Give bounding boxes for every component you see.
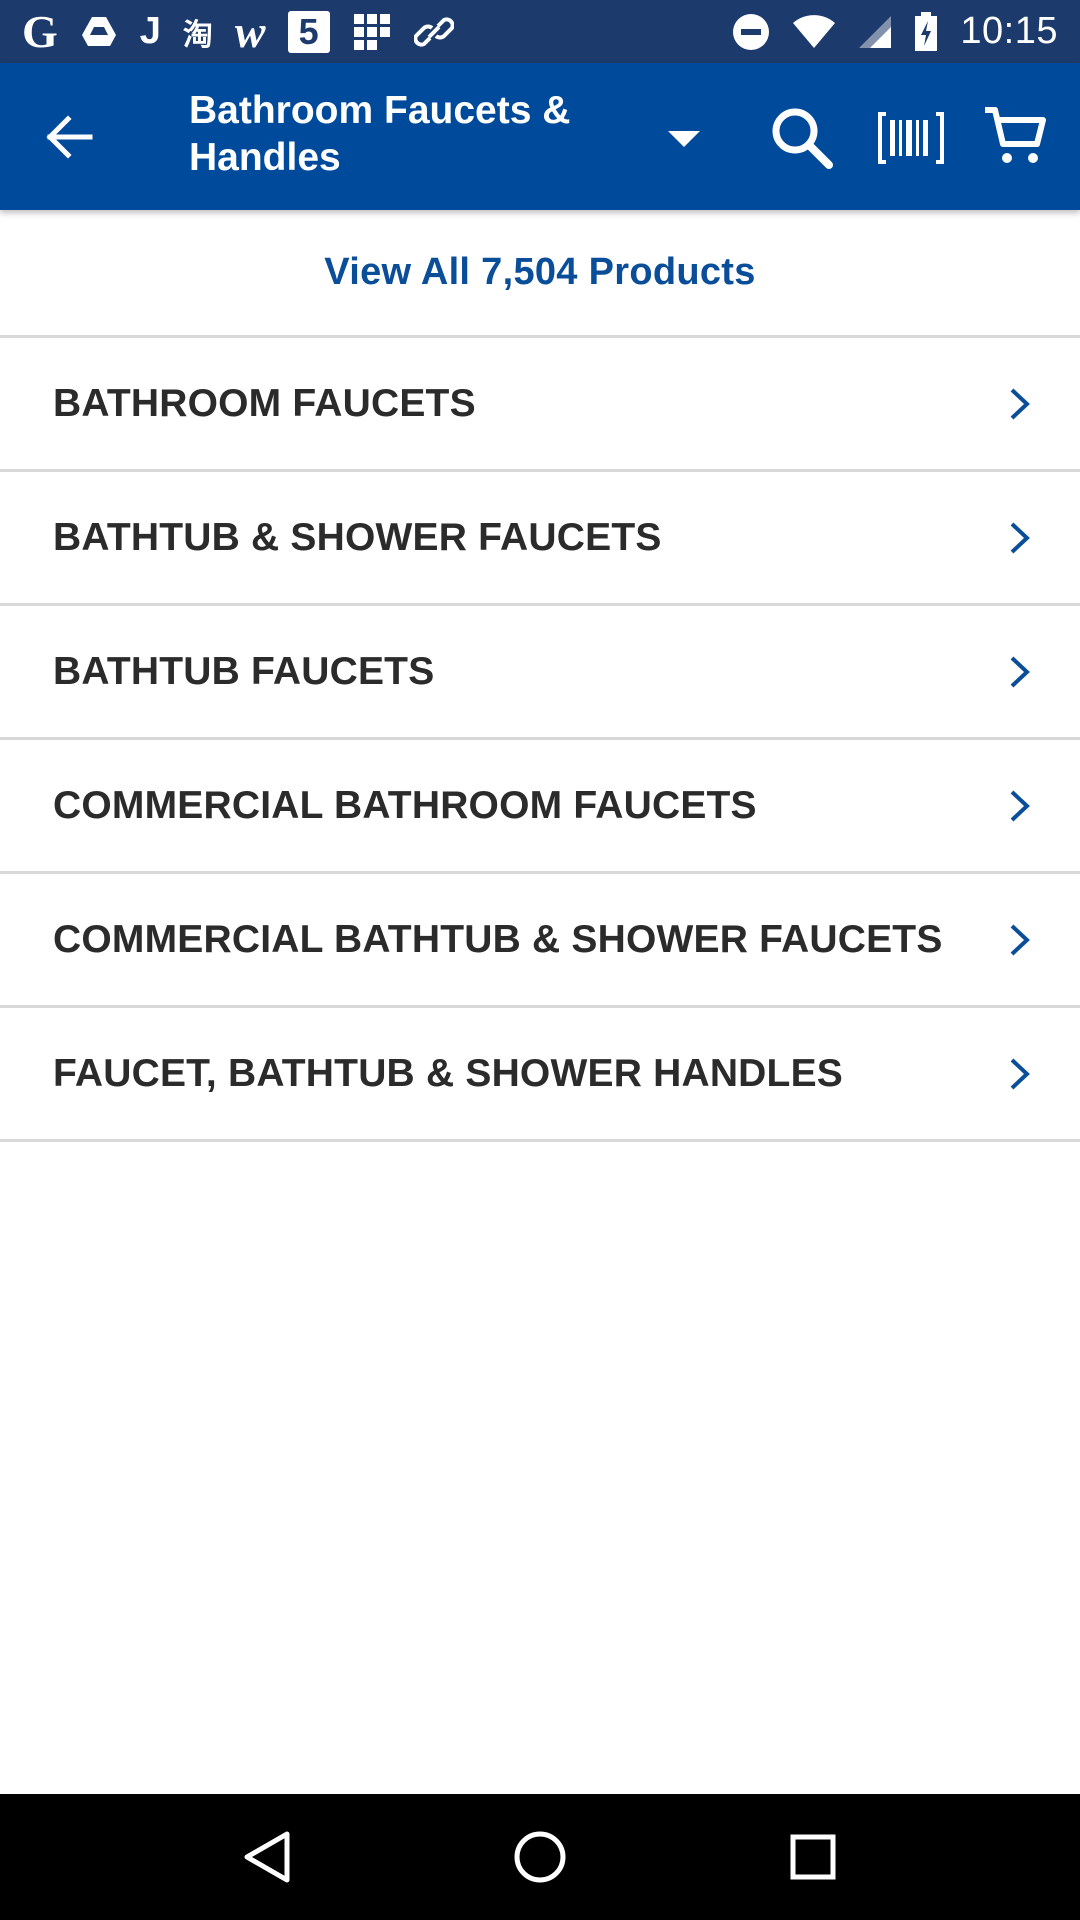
system-nav-bar bbox=[0, 1794, 1080, 1920]
taobao-icon: 淘 bbox=[183, 11, 213, 53]
barcode-icon bbox=[878, 112, 944, 164]
view-all-label: View All 7,504 Products bbox=[324, 251, 756, 293]
category-item-commercial-bathroom-faucets[interactable]: COMMERCIAL BATHROOM FAUCETS bbox=[0, 740, 1080, 874]
google-icon: G bbox=[22, 6, 58, 57]
nav-recents-button[interactable] bbox=[763, 1807, 863, 1907]
category-label: BATHROOM FAUCETS bbox=[53, 381, 476, 425]
taobao-glyph: 淘 bbox=[182, 18, 213, 52]
cart-button[interactable] bbox=[978, 99, 1052, 173]
category-item-bathtub-shower-faucets[interactable]: BATHTUB & SHOWER FAUCETS bbox=[0, 472, 1080, 606]
chevron-right-icon bbox=[1000, 786, 1040, 826]
do-not-disturb-icon bbox=[732, 11, 770, 53]
home-circle-icon bbox=[514, 1831, 566, 1883]
category-item-bathroom-faucets[interactable]: BATHROOM FAUCETS bbox=[0, 338, 1080, 472]
link-app-icon bbox=[413, 11, 454, 53]
category-label: BATHTUB & SHOWER FAUCETS bbox=[53, 515, 662, 559]
category-dropdown-button[interactable] bbox=[660, 115, 708, 163]
view-all-products-link[interactable]: View All 7,504 Products bbox=[0, 210, 1080, 338]
category-item-faucet-bathtub-shower-handles[interactable]: FAUCET, BATHTUB & SHOWER HANDLES bbox=[0, 1008, 1080, 1142]
five-glyph: 5 bbox=[287, 10, 330, 53]
j-app-icon: J bbox=[139, 10, 161, 53]
wifi-icon bbox=[792, 11, 836, 53]
page-title: Bathroom Faucets & Handles bbox=[189, 89, 571, 179]
barcode-scan-button[interactable] bbox=[874, 101, 948, 175]
screen: G J 淘 w 5 10:15 Bathroom Faucets & Handl… bbox=[0, 0, 1080, 1920]
search-icon bbox=[772, 108, 833, 169]
chevron-right-icon bbox=[1000, 652, 1040, 692]
title-wrap[interactable]: Bathroom Faucets & Handles bbox=[189, 87, 609, 181]
back-button[interactable] bbox=[38, 105, 102, 169]
category-item-bathtub-faucets[interactable]: BATHTUB FAUCETS bbox=[0, 606, 1080, 740]
battery-charging-icon bbox=[914, 11, 938, 53]
app-bar: Bathroom Faucets & Handles bbox=[0, 63, 1080, 210]
nav-back-button[interactable] bbox=[217, 1807, 317, 1907]
caret-down-icon bbox=[668, 131, 700, 147]
chevron-right-icon bbox=[1000, 518, 1040, 558]
five-app-icon: 5 bbox=[287, 10, 330, 53]
status-bar: G J 淘 w 5 10:15 bbox=[0, 0, 1080, 63]
category-label: COMMERCIAL BATHTUB & SHOWER FAUCETS bbox=[53, 917, 943, 961]
category-label: COMMERCIAL BATHROOM FAUCETS bbox=[53, 783, 757, 827]
grid-app-icon bbox=[352, 11, 392, 53]
google-glyph: G bbox=[22, 6, 58, 57]
back-arrow-icon bbox=[46, 115, 93, 159]
w-app-icon: w bbox=[235, 6, 266, 57]
nav-home-button[interactable] bbox=[490, 1807, 590, 1907]
back-triangle-icon bbox=[244, 1831, 290, 1883]
category-label: BATHTUB FAUCETS bbox=[53, 649, 435, 693]
chevron-right-icon bbox=[1000, 1054, 1040, 1094]
category-list: BATHROOM FAUCETS BATHTUB & SHOWER FAUCET… bbox=[0, 338, 1080, 1142]
status-right-icons: 10:15 bbox=[732, 10, 1058, 53]
chevron-right-icon bbox=[1000, 384, 1040, 424]
status-time: 10:15 bbox=[960, 10, 1058, 52]
recents-square-icon bbox=[790, 1834, 836, 1880]
cart-icon bbox=[985, 107, 1046, 163]
category-label: FAUCET, BATHTUB & SHOWER HANDLES bbox=[53, 1051, 843, 1095]
j-glyph: J bbox=[139, 10, 161, 52]
chevron-right-icon bbox=[1000, 920, 1040, 960]
drive-icon bbox=[80, 11, 118, 53]
signal-icon bbox=[858, 11, 892, 53]
status-left-icons: G J 淘 w 5 bbox=[22, 6, 454, 57]
category-item-commercial-bathtub-shower-faucets[interactable]: COMMERCIAL BATHTUB & SHOWER FAUCETS bbox=[0, 874, 1080, 1008]
search-button[interactable] bbox=[765, 101, 839, 175]
w-glyph: w bbox=[234, 6, 266, 57]
